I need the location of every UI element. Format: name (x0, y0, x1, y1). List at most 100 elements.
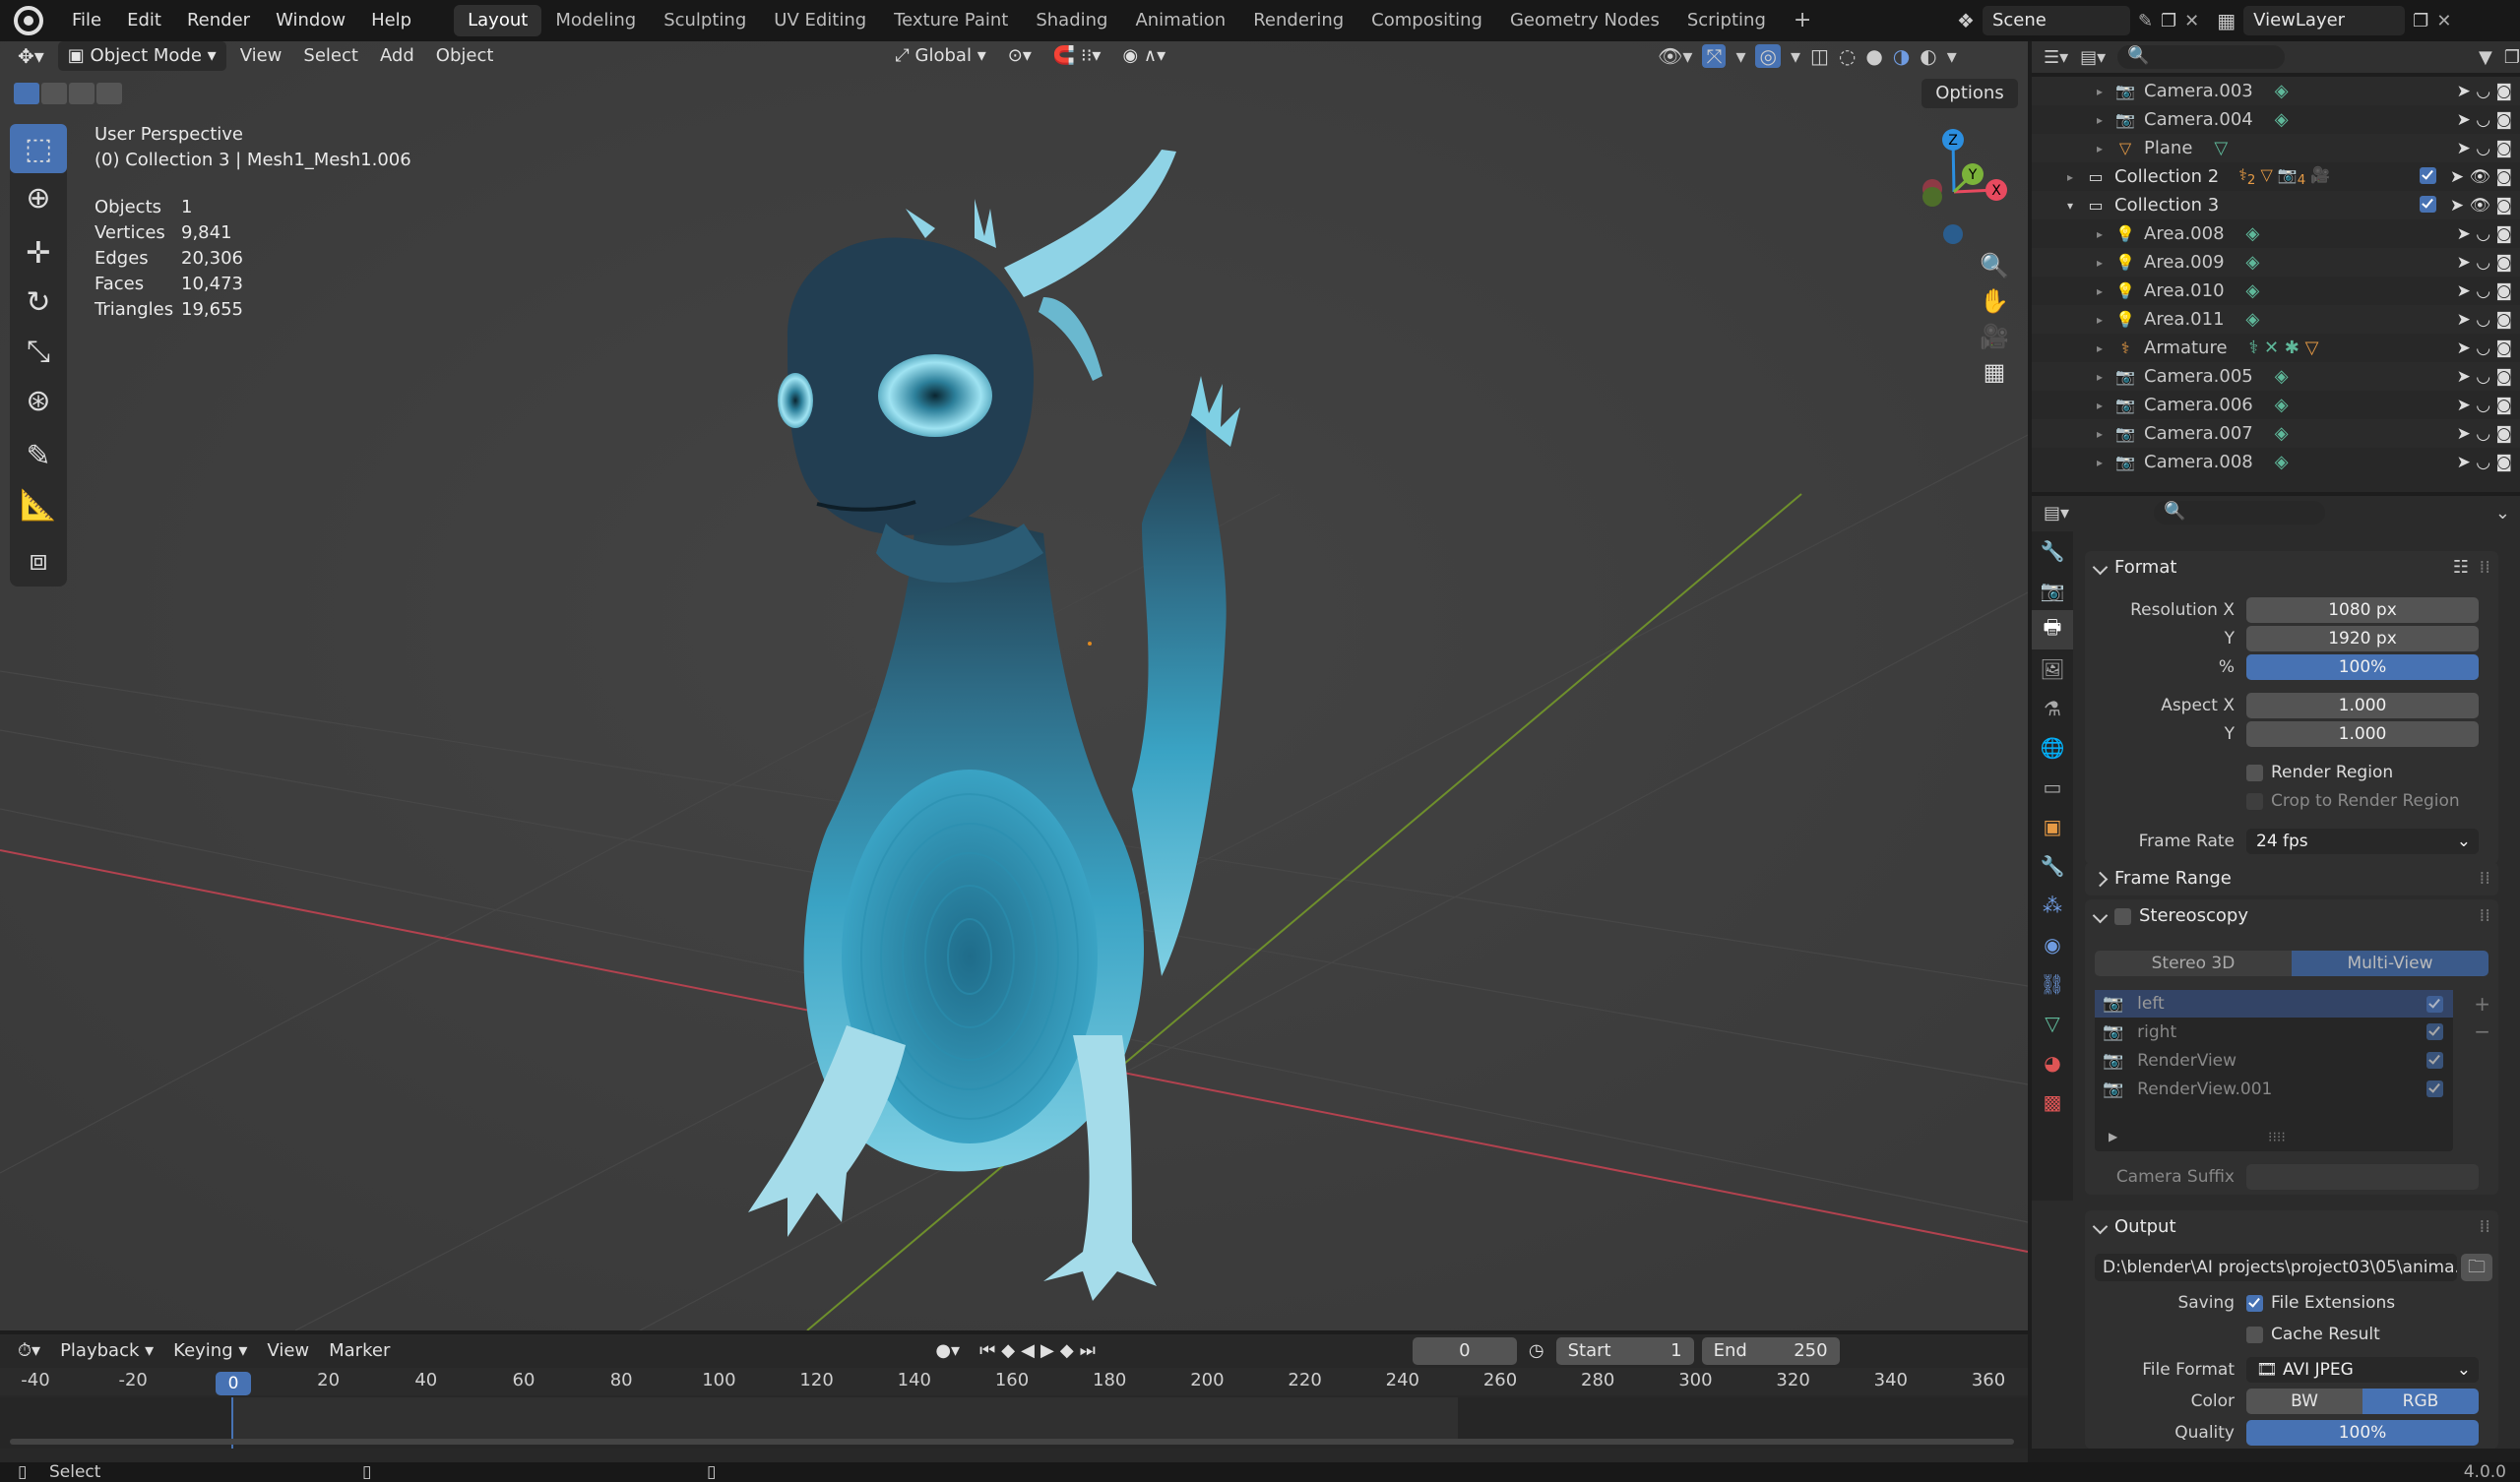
view-layer-icon[interactable]: ▦ (2217, 9, 2236, 32)
folder-icon[interactable]: 🗀 (2461, 1254, 2492, 1281)
menu-add[interactable]: Add (372, 41, 422, 71)
render-tab-icon[interactable]: 📷 (2032, 571, 2073, 610)
new-view-layer-icon[interactable]: ❐ (2413, 11, 2428, 31)
frame-rate-dropdown[interactable]: 24 fps ⌄ (2246, 829, 2479, 854)
list-item[interactable]: 📷 RenderView.001 (2095, 1075, 2453, 1103)
scene-tab-icon[interactable]: ⚗ (2032, 689, 2073, 728)
row-toggles[interactable]: ➤ ◡ ◙ (2457, 253, 2512, 273)
menu-edit[interactable]: Edit (114, 0, 174, 41)
timeline-ruler[interactable]: -40 -20 20 40 60 80 100 120 140 160 180 200 220 240 26… (0, 1368, 2028, 1395)
add-cube-tool-icon[interactable]: ⧈ (10, 535, 67, 585)
rendered-shading-icon[interactable]: ◐ (1920, 44, 1936, 68)
file-extensions-checkbox[interactable] (2246, 1294, 2263, 1312)
timeline-editor-icon[interactable]: ⏱▾ (10, 1336, 48, 1366)
world-tab-icon[interactable]: 🌐 (2032, 728, 2073, 768)
editor-type-icon[interactable]: ✥▾ (10, 41, 52, 71)
row-toggles[interactable]: ➤ ◡ ◙ (2457, 367, 2512, 387)
resolution-percent-slider[interactable]: 100% (2246, 654, 2479, 680)
stereoscopy-panel-header[interactable]: Stereoscopy ⁞⁞ (2085, 899, 2498, 933)
navigation-gizmo[interactable]: Z X Y (1890, 123, 2018, 251)
record-icon[interactable]: ●▾ (927, 1336, 968, 1366)
multi-view-button[interactable]: Multi-View (2292, 951, 2488, 976)
material-shading-icon[interactable]: ◑ (1893, 44, 1910, 68)
tab-layout[interactable]: Layout (454, 5, 542, 36)
output-path-input[interactable]: D:\blender\AI projects\project03\05\anim… (2095, 1254, 2457, 1281)
measure-tool-icon[interactable]: 📐 (10, 480, 67, 529)
properties-options-icon[interactable]: ⌄ (2495, 503, 2510, 524)
tab-uv-editing[interactable]: UV Editing (760, 5, 880, 36)
row-toggles[interactable]: ➤ ◡ ◙ (2457, 310, 2512, 330)
outliner-row[interactable]: ▸ ⚕ Armature ⚕ ✕ ✱ ▽ ➤ ◡ ◙ (2032, 334, 2520, 362)
row-toggles[interactable]: ➤ ◡ ◙ (2457, 281, 2512, 301)
add-view-icon[interactable]: + (2474, 990, 2490, 1018)
view-enabled-checkbox[interactable] (2426, 995, 2443, 1013)
camera-view-icon[interactable]: 🎥 (1980, 323, 2009, 350)
current-frame-field[interactable]: 0 (1412, 1337, 1517, 1365)
constraints-tab-icon[interactable]: ⛓ (2032, 964, 2073, 1004)
tab-shading[interactable]: Shading (1022, 5, 1121, 36)
view-enabled-checkbox[interactable] (2426, 1052, 2443, 1069)
collection-tab-icon[interactable]: ▭ (2032, 768, 2073, 807)
overlay-toggle-icon[interactable]: ◎ (1755, 44, 1781, 68)
tab-rendering[interactable]: Rendering (1239, 5, 1357, 36)
render-region-checkbox[interactable] (2246, 764, 2263, 781)
menu-render[interactable]: Render (174, 0, 263, 41)
outliner-row[interactable]: ▸ 💡 Area.008 ◈ ➤ ◡ ◙ (2032, 219, 2520, 248)
display-mode-icon[interactable]: ▤▾ (2080, 47, 2106, 68)
outliner-row[interactable]: ▸ 📷 Camera.008 ◈ ➤ ◡ ◙ (2032, 448, 2520, 476)
transform-tool-icon[interactable]: ⊛ (10, 376, 67, 425)
tab-compositing[interactable]: Compositing (1357, 5, 1496, 36)
tab-modeling[interactable]: Modeling (541, 5, 650, 36)
view-layer-tab-icon[interactable]: 🖼 (2032, 649, 2073, 689)
pivot-icon[interactable]: ⊙▾ (1000, 41, 1040, 71)
pin-icon[interactable]: ✎ (2138, 11, 2153, 31)
scene-icon[interactable]: ❖ (1957, 9, 1975, 32)
select-subtract-icon[interactable] (69, 83, 94, 104)
playback-controls[interactable]: ⏮◆◀▶◆⏭ (972, 1336, 1109, 1366)
exclude-checkbox[interactable] (2419, 166, 2436, 184)
view-enabled-checkbox[interactable] (2426, 1023, 2443, 1040)
list-resize-handle-icon[interactable]: ⁝⁝⁝⁝ (2268, 1130, 2286, 1145)
start-frame-field[interactable]: Start 1 (1555, 1337, 1694, 1365)
aspect-y-field[interactable]: 1.000 (2246, 721, 2479, 747)
outliner-row[interactable]: ▸ 💡 Area.010 ◈ ➤ ◡ ◙ (2032, 277, 2520, 305)
texture-tab-icon[interactable]: ▩ (2032, 1082, 2073, 1122)
drag-handle-icon[interactable]: ⁞⁞ (2480, 862, 2490, 895)
row-toggles[interactable]: ➤ 👁 ◙ (2419, 166, 2512, 187)
format-panel-header[interactable]: Format ☷ ⁞⁞ (2085, 551, 2498, 585)
visibility-icon[interactable]: 👁▾ (1658, 44, 1692, 68)
list-item[interactable]: 📷 RenderView (2095, 1046, 2453, 1075)
properties-editor-icon[interactable]: ▤▾ (2044, 503, 2069, 524)
select-intersect-icon[interactable] (96, 83, 122, 104)
color-bw-button[interactable]: BW (2246, 1389, 2362, 1414)
rotate-tool-icon[interactable]: ↻ (10, 278, 67, 327)
drag-handle-icon[interactable]: ⁞⁞ (2480, 551, 2490, 585)
overlay-dropdown-icon[interactable]: ▾ (1791, 44, 1800, 68)
menu-window[interactable]: Window (263, 0, 358, 41)
menu-playback[interactable]: Playback ▾ (52, 1336, 161, 1366)
tab-animation[interactable]: Animation (1121, 5, 1239, 36)
particles-tab-icon[interactable]: ⁂ (2032, 886, 2073, 925)
outliner-search-input[interactable]: 🔍 (2117, 45, 2286, 69)
material-tab-icon[interactable]: ◕ (2032, 1043, 2073, 1082)
zoom-icon[interactable]: 🔍 (1980, 252, 2009, 279)
data-tab-icon[interactable]: ▽ (2032, 1004, 2073, 1043)
stereoscopy-checkbox[interactable] (2114, 907, 2131, 925)
select-extend-icon[interactable] (41, 83, 67, 104)
list-item[interactable]: 📷 right (2095, 1018, 2453, 1046)
crop-region-checkbox[interactable] (2246, 792, 2263, 810)
properties-search-input[interactable]: 🔍 (2154, 501, 2326, 525)
resolution-x-field[interactable]: 1080 px (2246, 597, 2479, 623)
wireframe-shading-icon[interactable]: ◌ (1839, 44, 1856, 68)
outliner-row[interactable]: ▸ 📷 Camera.005 ◈ ➤ ◡ ◙ (2032, 362, 2520, 391)
menu-select[interactable]: Select (295, 41, 366, 71)
render-region-row[interactable]: Render Region (2085, 759, 2498, 786)
tab-scripting[interactable]: Scripting (1673, 5, 1780, 36)
cursor-tool-icon[interactable]: ⊕ (10, 173, 67, 222)
row-toggles[interactable]: ➤ ◡ ◙ (2457, 110, 2512, 130)
menu-file[interactable]: File (59, 0, 114, 41)
new-scene-icon[interactable]: ❐ (2161, 11, 2176, 31)
view-layer-field[interactable]: ViewLayer (2243, 6, 2406, 35)
move-tool-icon[interactable]: ✛ (10, 228, 67, 278)
exclude-checkbox[interactable] (2419, 195, 2436, 213)
